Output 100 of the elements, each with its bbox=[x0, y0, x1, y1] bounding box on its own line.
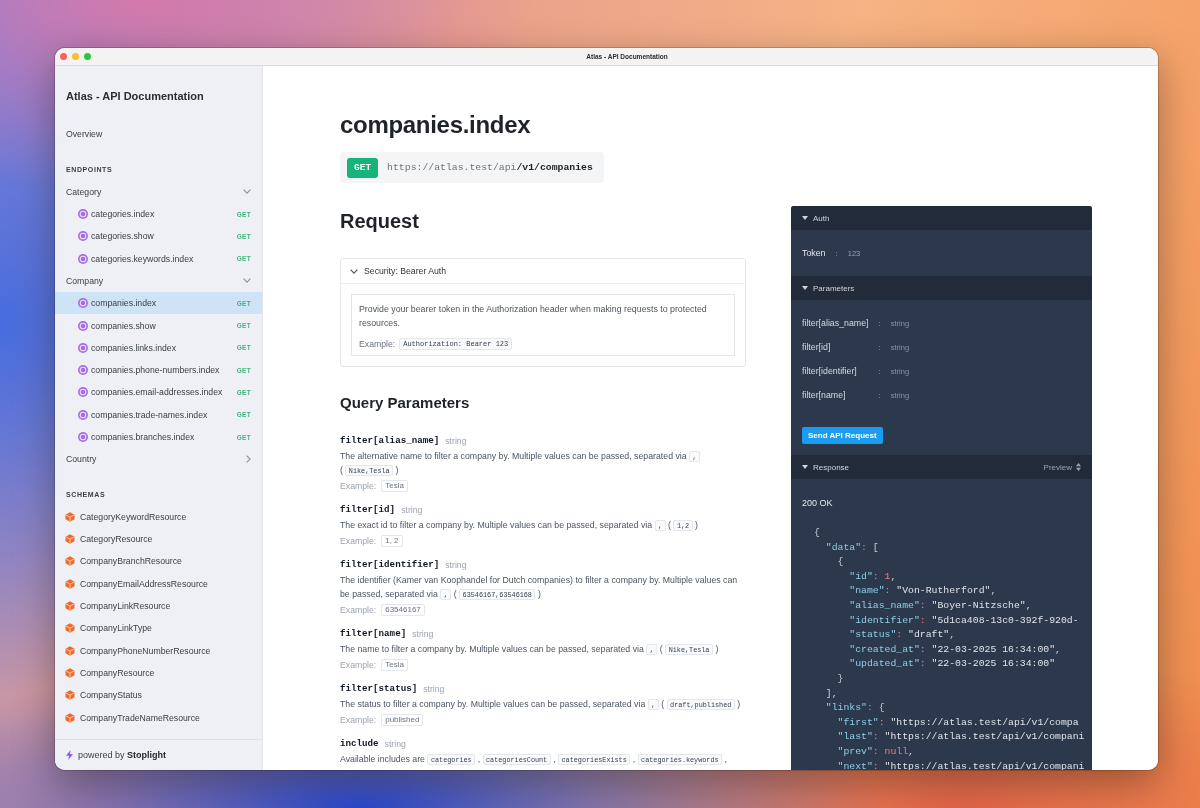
code-line: "name": "Von-Rutherford", bbox=[848, 584, 998, 599]
code-line: { bbox=[836, 555, 845, 570]
cube-icon bbox=[65, 645, 75, 656]
param-type: string bbox=[401, 504, 423, 516]
cube-icon bbox=[65, 623, 75, 634]
security-toggle[interactable]: Security: Bearer Auth bbox=[350, 266, 447, 276]
param-name: filter[id] bbox=[340, 504, 396, 516]
caret-down-icon[interactable] bbox=[802, 465, 808, 469]
example-label: Example: bbox=[340, 536, 377, 546]
powered-by-link[interactable]: powered by Stoplight bbox=[66, 750, 167, 760]
overview-link[interactable]: Overview bbox=[55, 123, 262, 146]
field-separator: : bbox=[878, 390, 881, 400]
example-value: 63546167 bbox=[381, 604, 425, 616]
param-name: filter[alias_name] bbox=[340, 435, 440, 447]
field-separator: : bbox=[878, 342, 881, 352]
code-line: { bbox=[814, 526, 821, 540]
response-status: 200 OK bbox=[802, 498, 833, 508]
target-icon bbox=[78, 342, 88, 353]
target-icon bbox=[78, 209, 88, 220]
security-description: Provide your bearer token in the Authorization header when making requests to protected resources. bbox=[359, 303, 708, 330]
example-value: Tesla bbox=[381, 480, 408, 492]
cube-icon bbox=[65, 511, 75, 522]
schema-link[interactable]: CompanyPhoneNumberResource bbox=[55, 639, 262, 662]
schema-link[interactable]: CompanyStatus bbox=[55, 684, 262, 707]
field-label: filter[identifier] bbox=[802, 365, 858, 378]
schema-link[interactable]: CompanyBranchResource bbox=[55, 550, 262, 573]
param-type: string bbox=[423, 683, 445, 695]
param-name: filter[status] bbox=[340, 683, 418, 695]
field-separator: : bbox=[878, 366, 881, 376]
example-label: Example: bbox=[340, 660, 377, 670]
code-line: "status": "draft", bbox=[848, 628, 957, 643]
param-type: string bbox=[412, 628, 434, 640]
schema-link[interactable]: CategoryResource bbox=[55, 528, 262, 551]
window-close-icon[interactable] bbox=[60, 53, 67, 60]
target-icon bbox=[78, 432, 88, 442]
example-value: Tesla bbox=[381, 659, 408, 671]
sidebar-group[interactable]: Company bbox=[55, 269, 262, 293]
code-line: "alias_name": "Boyer-Nitzsche", bbox=[848, 598, 1033, 613]
example-label: Example: bbox=[340, 715, 377, 725]
cube-icon bbox=[65, 578, 75, 589]
cube-icon bbox=[65, 534, 75, 545]
code-line: "prev": null, bbox=[836, 744, 915, 759]
schema-link[interactable]: CompanyTradeNameResource bbox=[55, 706, 262, 729]
field-label: filter[id] bbox=[802, 341, 832, 354]
field-separator: : bbox=[835, 248, 838, 258]
sidebar-group[interactable]: Category bbox=[55, 180, 262, 203]
page-title: companies.index bbox=[340, 110, 531, 140]
param-type: string bbox=[384, 738, 406, 750]
target-icon bbox=[78, 409, 88, 420]
chevron-right-icon[interactable] bbox=[246, 455, 251, 464]
sort-icon[interactable] bbox=[1076, 463, 1081, 471]
code-line: "identifier": "5d1ca408-13c0-392f-920d- bbox=[848, 613, 1080, 628]
cube-icon bbox=[65, 667, 75, 678]
code-line: } bbox=[836, 671, 845, 686]
sidebar-group[interactable]: Country bbox=[55, 448, 262, 471]
section-title: Query Parameters bbox=[340, 394, 470, 412]
cube-icon bbox=[65, 712, 75, 723]
param-type: string bbox=[445, 435, 467, 447]
lightning-icon bbox=[66, 750, 73, 760]
caret-down-icon[interactable] bbox=[802, 216, 808, 220]
param-name: filter[identifier] bbox=[340, 559, 440, 571]
chevron-down-icon[interactable] bbox=[350, 268, 358, 274]
code-line: "first": "https://atlas.test/api/v1/compa bbox=[836, 715, 1080, 730]
field-label: filter[alias_name] bbox=[802, 317, 869, 330]
code-line: "updated_at": "22-03-2025 16:34:00" bbox=[848, 657, 1057, 672]
view-select[interactable]: Preview bbox=[1043, 462, 1081, 472]
target-icon bbox=[78, 387, 88, 398]
caret-down-icon[interactable] bbox=[802, 286, 808, 290]
section-toggle[interactable]: Response bbox=[802, 462, 850, 472]
field-label: filter[name] bbox=[802, 389, 847, 402]
field-label: Token bbox=[802, 247, 826, 260]
code-line: "data": [ bbox=[824, 540, 880, 555]
param-name: filter[name] bbox=[340, 628, 407, 640]
target-icon bbox=[78, 231, 88, 242]
schema-link[interactable]: CompanyLinkType bbox=[55, 617, 262, 640]
schema-link[interactable]: CompanyLinkResource bbox=[55, 594, 262, 618]
schema-link[interactable]: CompanyEmailAddressResource bbox=[55, 572, 262, 595]
target-icon bbox=[78, 320, 88, 331]
target-icon bbox=[78, 298, 88, 309]
example-value: 1, 2 bbox=[381, 535, 403, 547]
field-separator: : bbox=[878, 318, 881, 328]
target-icon bbox=[78, 365, 88, 376]
cube-icon bbox=[65, 690, 75, 701]
example-label: Example: bbox=[359, 339, 396, 349]
schema-link[interactable]: CategoryKeywordResource bbox=[55, 505, 262, 529]
param-name: include bbox=[340, 738, 379, 750]
section-title: Request bbox=[340, 209, 419, 233]
schema-link[interactable]: CompanyResource bbox=[55, 661, 262, 685]
sidebar-title: Atlas - API Documentation bbox=[66, 89, 204, 103]
code-line: "links": { bbox=[824, 701, 886, 716]
example-label: Example: bbox=[340, 605, 377, 615]
method-badge: GET bbox=[347, 157, 379, 178]
example-value: published bbox=[381, 714, 424, 726]
window-minimize-icon[interactable] bbox=[72, 53, 79, 60]
section-toggle[interactable]: Parameters bbox=[802, 283, 855, 293]
param-type: string bbox=[445, 559, 467, 571]
code-line: ], bbox=[824, 686, 839, 701]
section-toggle[interactable]: Auth bbox=[802, 213, 830, 223]
code-line: "id": 1, bbox=[848, 569, 898, 584]
window-zoom-icon[interactable] bbox=[84, 53, 91, 60]
